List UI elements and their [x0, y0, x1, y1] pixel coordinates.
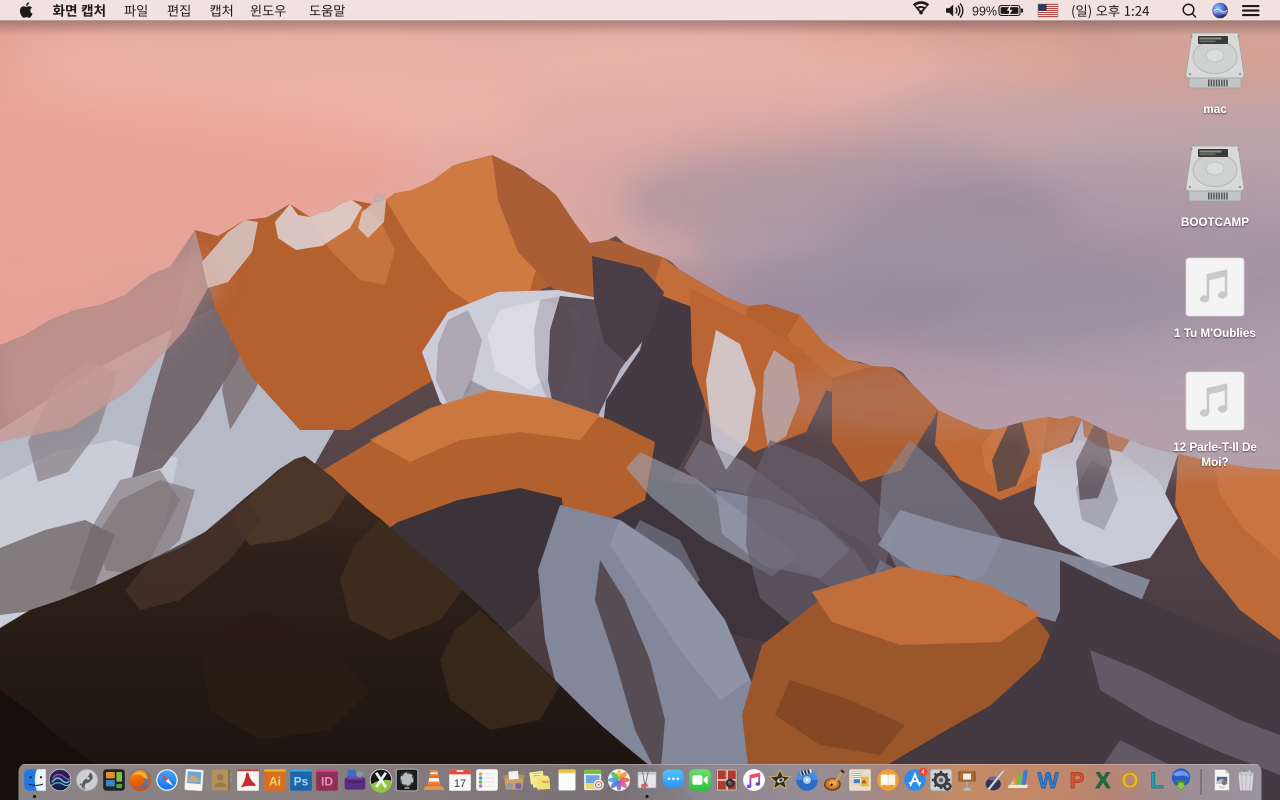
- svg-text:O: O: [1121, 768, 1138, 793]
- svg-text:17: 17: [454, 778, 466, 790]
- svg-text:X: X: [1096, 768, 1111, 793]
- svg-text:P: P: [1070, 768, 1085, 793]
- svg-text:Mem: Mem: [542, 780, 550, 785]
- svg-text:BOOTCAMP: BOOTCAMP: [1181, 216, 1249, 229]
- svg-text:Moi?: Moi?: [1201, 456, 1228, 469]
- svg-text:Ps: Ps: [294, 775, 309, 789]
- svg-text:Ai: Ai: [269, 775, 281, 789]
- svg-text:mac: mac: [1203, 103, 1227, 116]
- svg-text:L: L: [1150, 768, 1164, 793]
- svg-text:ID: ID: [321, 775, 333, 789]
- svg-text:99%: 99%: [972, 4, 997, 18]
- svg-text:1 Tu M'Oublies: 1 Tu M'Oublies: [1174, 327, 1256, 340]
- svg-text:12 Parle-T-Il De: 12 Parle-T-Il De: [1173, 441, 1257, 454]
- svg-text:W: W: [1037, 768, 1059, 793]
- svg-text:PDF: PDF: [1219, 785, 1225, 789]
